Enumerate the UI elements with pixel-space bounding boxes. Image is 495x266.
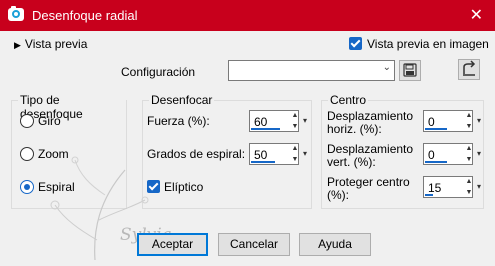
window-title: Desenfoque radial [32,8,138,23]
radio-unselected-icon [20,113,34,128]
save-preset-button[interactable] [399,60,421,81]
elliptic-label: Elíptico [164,179,204,194]
center-title: Centro [328,93,369,107]
checkbox-checked-icon [349,37,362,51]
radio-twist-label: Giro [38,113,61,128]
h-offset-value: 0 [428,115,435,129]
cancel-button[interactable]: Cancelar [218,233,290,256]
reset-arrow-icon [463,60,476,76]
h-offset-progress [425,128,447,130]
v-offset-progress [425,161,447,163]
preview-in-image-checkbox[interactable]: Vista previa en imagen [349,36,489,51]
help-button[interactable]: Ayuda [299,233,371,256]
camera-icon [8,6,24,21]
ok-button[interactable]: Aceptar [137,233,208,256]
radio-twist[interactable]: Giro [20,113,61,128]
radio-selected-icon [20,179,34,194]
v-offset-label: Desplazamiento vert. (%): [327,143,413,169]
triangle-right-icon: ▶ [14,40,21,50]
spiral-degrees-progress [251,161,275,163]
v-offset-value: 0 [428,148,435,162]
title-bar: Desenfoque radial ✕ [0,0,495,31]
strength-progress [251,128,280,130]
protect-center-label: Proteger centro (%): [327,176,410,202]
close-icon[interactable]: ✕ [470,5,483,25]
reset-button[interactable] [458,59,480,80]
h-offset-dropdown-icon[interactable]: ▾ [474,110,484,132]
protect-center-label-line2: (%): [327,188,349,202]
h-offset-label: Desplazamiento horiz. (%): [327,110,413,136]
v-offset-dropdown-icon[interactable]: ▾ [474,143,484,165]
protect-center-dropdown-icon[interactable]: ▾ [474,176,484,198]
protect-center-progress [425,194,433,196]
strength-value: 60 [254,115,268,129]
preview-toggle-label: Vista previa [24,37,88,51]
center-group: Centro Desplazamiento horiz. (%): 0 ▲ ▼ … [321,93,484,209]
h-offset-label-line2: horiz. (%): [327,122,382,136]
spiral-degrees-dropdown-icon[interactable]: ▾ [300,143,310,165]
configuration-label: Configuración [121,65,196,79]
preview-toggle[interactable]: ▶ Vista previa [14,37,87,51]
radio-unselected-icon [20,146,34,161]
spiral-degrees-value: 50 [254,148,268,162]
protect-center-value: 15 [428,181,442,195]
preview-in-image-label: Vista previa en imagen [367,36,489,51]
configuration-dropdown[interactable]: ⌄ [228,60,395,81]
chevron-down-icon: ⌄ [382,62,391,73]
floppy-disk-icon [403,63,417,77]
blur-title: Desenfocar [149,93,215,107]
blur-group: Desenfocar Fuerza (%): 60 ▲ ▼ ▾ Grados d… [142,93,312,209]
strength-dropdown-icon[interactable]: ▾ [300,110,310,132]
v-offset-label-line2: vert. (%): [327,155,376,169]
strength-label: Fuerza (%): [147,114,210,128]
